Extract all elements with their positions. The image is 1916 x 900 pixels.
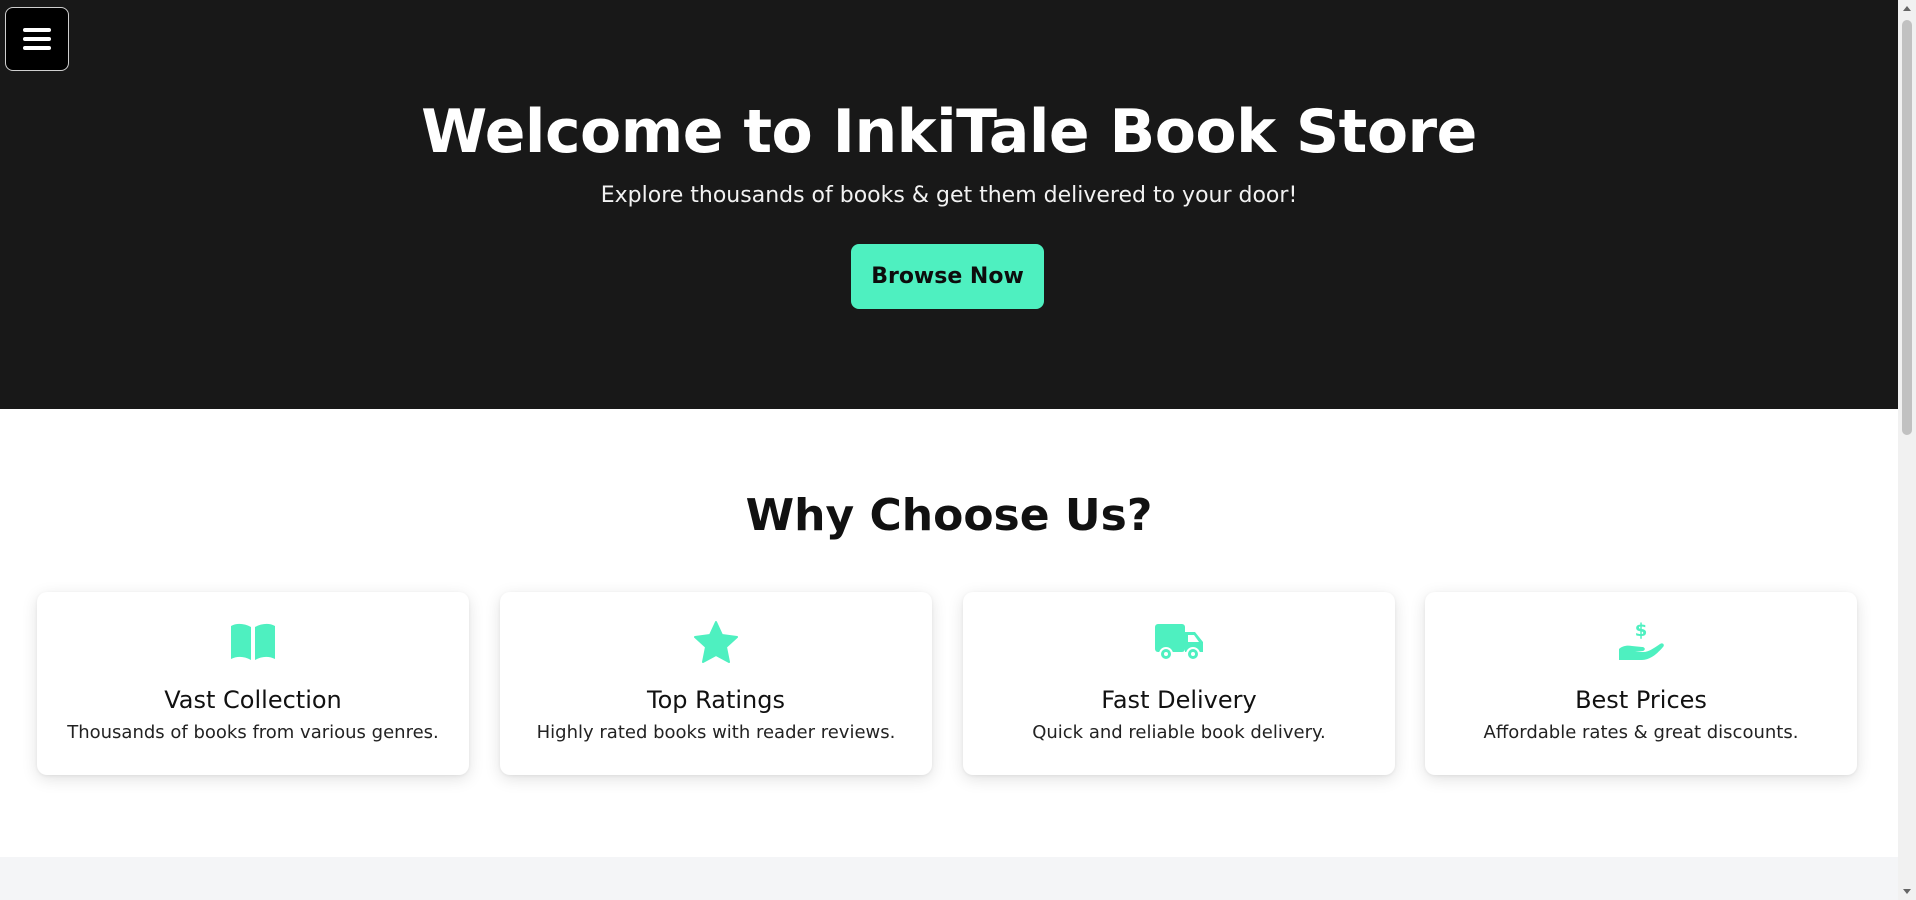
next-section (0, 857, 1898, 900)
features-list: Vast Collection Thousands of books from … (37, 592, 1857, 775)
svg-text:$: $ (1635, 620, 1648, 641)
scrollbar-thumb[interactable] (1902, 20, 1912, 435)
feature-description: Quick and reliable book delivery. (1032, 722, 1326, 743)
open-book-icon (37, 619, 469, 665)
why-choose-us-title: Why Choose Us? (745, 490, 1153, 541)
feature-title: Top Ratings (646, 686, 785, 714)
feature-card-top-ratings: Top Ratings Highly rated books with read… (500, 592, 932, 775)
feature-description: Thousands of books from various genres. (67, 722, 439, 743)
browse-now-button[interactable]: Browse Now (851, 244, 1044, 309)
vertical-scrollbar[interactable] (1898, 0, 1916, 900)
delivery-truck-icon (963, 619, 1395, 665)
hero-section: Welcome to InkiTale Book Store Explore t… (0, 0, 1898, 409)
hero-subtitle: Explore thousands of books & get them de… (600, 183, 1298, 208)
feature-card-vast-collection: Vast Collection Thousands of books from … (37, 592, 469, 775)
hand-dollar-icon: $ (1425, 619, 1857, 665)
hero-title: Welcome to InkiTale Book Store (421, 97, 1477, 167)
feature-title: Fast Delivery (1101, 686, 1257, 714)
star-icon (500, 619, 932, 665)
feature-card-best-prices: $ Best Prices Affordable rates & great d… (1425, 592, 1857, 775)
feature-title: Best Prices (1575, 686, 1707, 714)
scroll-up-arrow-icon[interactable] (1898, 0, 1916, 17)
feature-card-fast-delivery: Fast Delivery Quick and reliable book de… (963, 592, 1395, 775)
feature-description: Highly rated books with reader reviews. (536, 722, 896, 743)
menu-button[interactable] (5, 7, 69, 71)
scroll-down-arrow-icon[interactable] (1898, 883, 1916, 900)
page: Welcome to InkiTale Book Store Explore t… (0, 0, 1898, 900)
feature-description: Affordable rates & great discounts. (1483, 722, 1799, 743)
feature-title: Vast Collection (164, 686, 342, 714)
hamburger-menu-icon (22, 26, 52, 52)
